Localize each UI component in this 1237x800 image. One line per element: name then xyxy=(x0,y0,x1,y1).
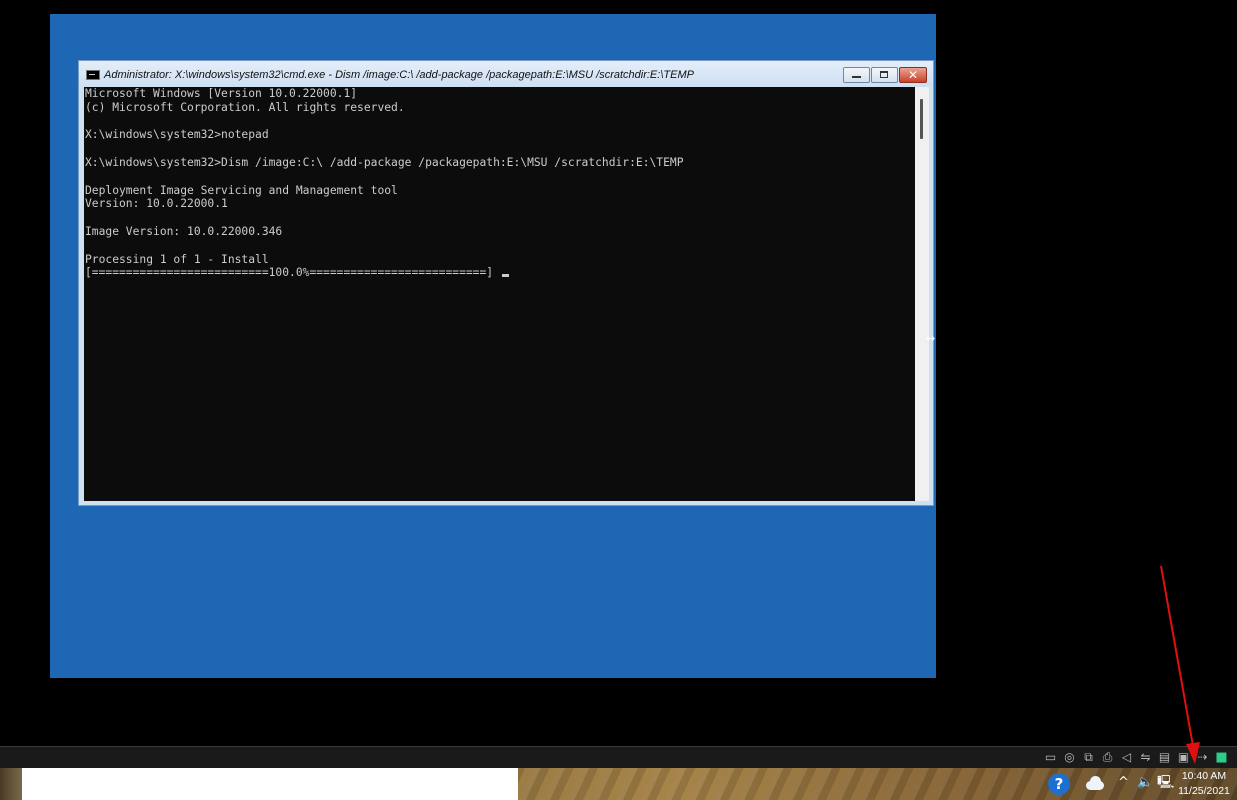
text-cursor xyxy=(502,274,510,278)
console-line: Deployment Image Servicing and Managemen… xyxy=(85,183,398,197)
taskbar-thumbnail xyxy=(0,768,22,800)
console-line: X:\windows\system32>Dism /image:C:\ /add… xyxy=(85,155,684,169)
vm-status-bar: ▭ ◎ ⧉ ⎙ ◁ ⇋ ▤ ▣ ⇢ ■ xyxy=(0,746,1237,769)
taskbar-blank-area xyxy=(22,768,518,800)
speaker-icon[interactable]: 🔈 xyxy=(1137,774,1153,792)
sound-icon[interactable]: ◁ xyxy=(1119,750,1134,765)
console-line: X:\windows\system32>notepad xyxy=(85,128,269,142)
console-area[interactable]: Microsoft Windows [Version 10.0.22000.1]… xyxy=(84,87,915,501)
taskbar-clock[interactable]: 10:40 AM 11/25/2021 xyxy=(1176,769,1232,799)
cmd-icon xyxy=(86,70,100,80)
usb-icon[interactable]: ⇋ xyxy=(1138,750,1153,765)
hard-disk-icon[interactable]: ▭ xyxy=(1043,750,1058,765)
console-output: Microsoft Windows [Version 10.0.22000.1]… xyxy=(85,87,684,280)
clock-time: 10:40 AM xyxy=(1181,770,1227,782)
display-icon[interactable]: ▣ xyxy=(1176,750,1191,765)
clock-date: 11/25/2021 xyxy=(1178,785,1230,797)
optical-drive-icon[interactable]: ◎ xyxy=(1062,750,1077,765)
close-button[interactable]: ✕ xyxy=(899,67,927,83)
window-title: Administrator: X:\windows\system32\cmd.e… xyxy=(104,69,694,81)
maximize-button[interactable] xyxy=(871,67,898,83)
minimize-button[interactable] xyxy=(843,67,870,83)
printer-icon[interactable]: ⎙ xyxy=(1100,750,1115,765)
vm-device-icons: ▭ ◎ ⧉ ⎙ ◁ ⇋ ▤ ▣ ⇢ ■ xyxy=(1043,750,1229,765)
console-line: Image Version: 10.0.22000.346 xyxy=(85,224,283,238)
recording-icon[interactable]: ⇢ xyxy=(1195,750,1210,765)
weather-icon[interactable] xyxy=(1084,775,1106,791)
vertical-scrollbar[interactable] xyxy=(915,87,929,501)
chevron-up-icon[interactable]: ^ xyxy=(1118,774,1129,792)
window-titlebar[interactable]: Administrator: X:\windows\system32\cmd.e… xyxy=(79,61,933,87)
console-line: Version: 10.0.22000.1 xyxy=(85,197,228,211)
message-icon[interactable]: ■ xyxy=(1214,750,1229,765)
close-icon: ✕ xyxy=(907,68,919,82)
network-icon[interactable]: 🖳 xyxy=(1157,774,1174,792)
console-line: Processing 1 of 1 - Install xyxy=(85,252,269,266)
help-icon[interactable]: ? xyxy=(1048,773,1070,795)
console-line: Microsoft Windows [Version 10.0.22000.1] xyxy=(85,87,358,100)
cmd-window[interactable]: Administrator: X:\windows\system32\cmd.e… xyxy=(78,60,934,506)
resize-cursor-icon: ↔ xyxy=(926,332,936,345)
progress-line: [==========================100.0%=======… xyxy=(85,266,494,280)
shared-folder-icon[interactable]: ▤ xyxy=(1157,750,1172,765)
host-taskbar: ? ^ 🔈 🖳 10:40 AM 11/25/2021 xyxy=(0,768,1237,800)
console-line: (c) Microsoft Corporation. All rights re… xyxy=(85,100,405,114)
scrollbar-thumb[interactable] xyxy=(920,99,923,139)
network-adapter-icon[interactable]: ⧉ xyxy=(1081,750,1096,765)
